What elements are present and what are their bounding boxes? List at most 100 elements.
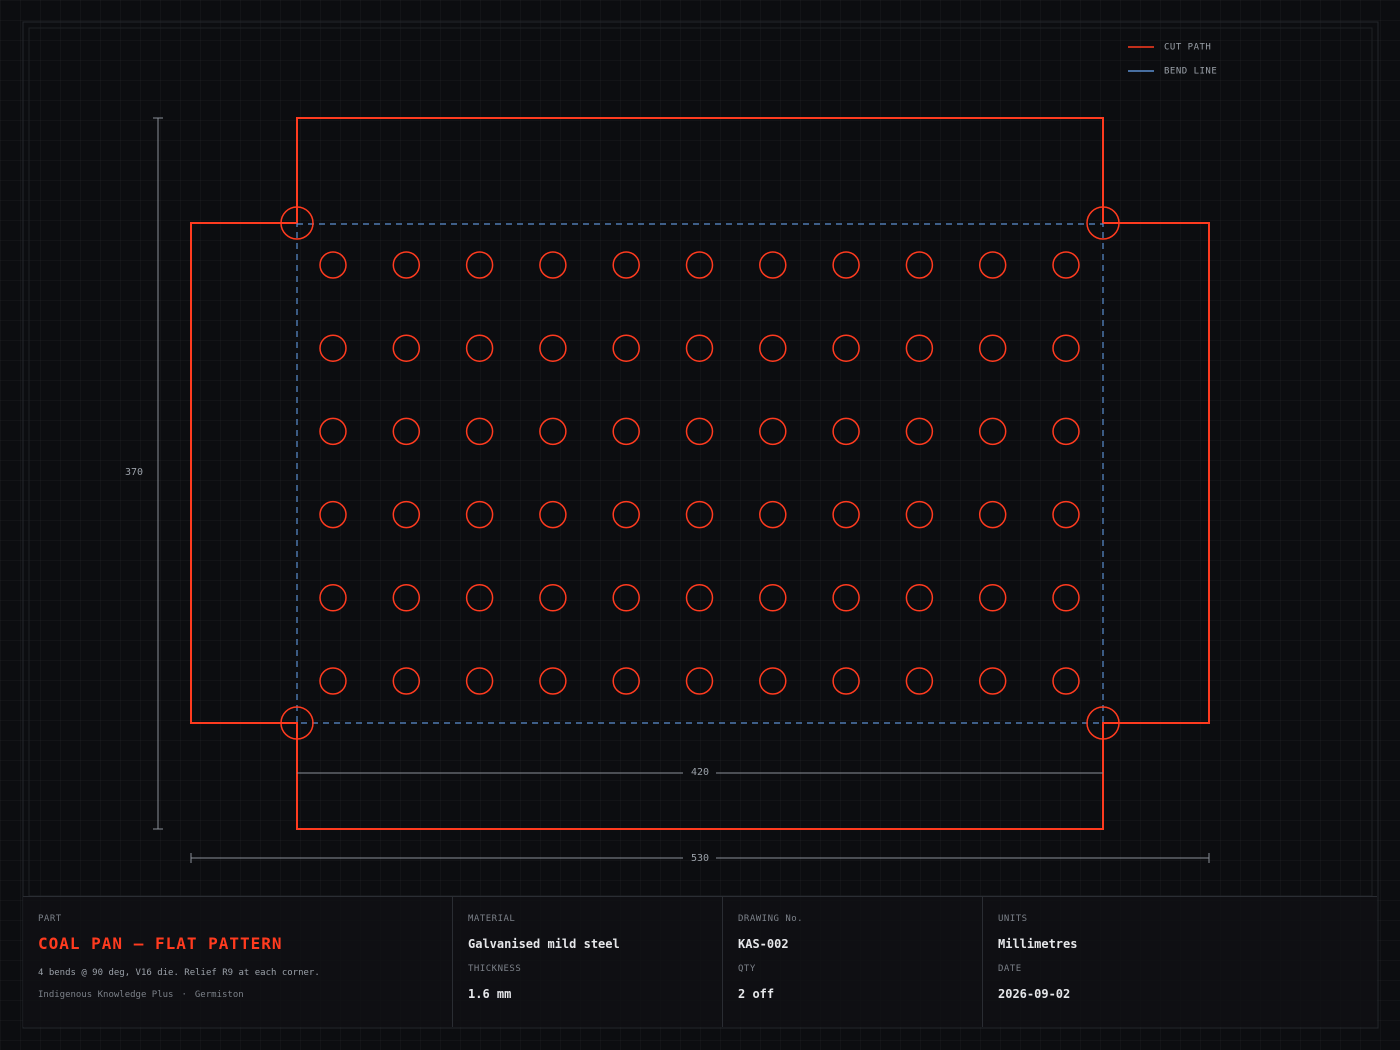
hole	[978, 334, 1007, 362]
hole	[392, 334, 421, 362]
hole	[759, 251, 787, 279]
hole	[905, 251, 934, 279]
hole	[685, 334, 714, 362]
hole	[685, 251, 714, 279]
title-block-drawing: DRAWING No. KAS-002 QTY 2 off	[723, 897, 983, 1027]
org-name: Indigenous Knowledge Plus	[38, 990, 174, 1000]
hole	[612, 584, 640, 612]
hole	[612, 334, 640, 362]
hole	[759, 584, 787, 612]
hole	[465, 584, 494, 612]
date-value: 2026-09-02	[998, 987, 1071, 1001]
hole	[612, 417, 640, 446]
hole	[905, 417, 934, 446]
hole	[319, 334, 347, 362]
dimension-overall-width: 530	[190, 853, 1210, 864]
qty-value: 2 off	[738, 987, 775, 1001]
hole	[539, 667, 567, 695]
hole	[539, 417, 567, 446]
dim-height-label: 370	[125, 467, 143, 478]
material-value: Galvanised mild steel	[468, 937, 620, 951]
part-label: PART	[38, 914, 62, 924]
hole	[978, 500, 1007, 529]
inner-border	[28, 27, 1373, 897]
hole	[392, 417, 421, 446]
dimension-base-width: 420	[297, 767, 1103, 778]
hole	[539, 251, 567, 279]
hole	[905, 667, 934, 695]
hole	[978, 584, 1007, 612]
title-block: PART COAL PAN — FLAT PATTERN 4 bends @ 9…	[23, 896, 1377, 1027]
hole	[392, 667, 421, 695]
hole	[832, 251, 860, 279]
hole	[978, 251, 1007, 279]
date-label: DATE	[998, 964, 1022, 974]
hole	[1052, 667, 1080, 695]
hole	[392, 584, 421, 612]
part-notes: 4 bends @ 90 deg, V16 die. Relief R9 at …	[38, 968, 320, 978]
legend-cut-label: CUT PATH	[1164, 43, 1211, 53]
part-name: COAL PAN — FLAT PATTERN	[38, 934, 283, 953]
title-block-material: MATERIAL Galvanised mild steel THICKNESS…	[453, 897, 723, 1027]
hole	[759, 667, 787, 695]
part-org-line: Indigenous Knowledge Plus · Germiston	[38, 989, 437, 1001]
hole	[832, 667, 860, 695]
cut-path-outline	[190, 117, 1210, 830]
thickness-label: THICKNESS	[468, 964, 522, 974]
hole	[685, 667, 714, 695]
hole	[685, 500, 714, 529]
material-label: MATERIAL	[468, 914, 516, 924]
hole	[465, 417, 494, 446]
hole	[1052, 251, 1080, 279]
hole	[685, 584, 714, 612]
qty-label: QTY	[738, 964, 756, 974]
hole	[978, 667, 1007, 695]
hole	[465, 500, 494, 529]
thickness-value: 1.6 mm	[468, 987, 512, 1001]
hole	[832, 500, 860, 529]
hole	[319, 667, 347, 695]
hole	[832, 334, 860, 362]
drawing-no-value: KAS-002	[738, 937, 789, 951]
title-block-part: PART COAL PAN — FLAT PATTERN 4 bends @ 9…	[23, 897, 453, 1027]
legend-bend-label: BEND LINE	[1164, 67, 1217, 77]
hole	[905, 500, 934, 529]
flat-pattern-drawing: CUT PATH BEND LINE 370 420 530	[22, 21, 1379, 1029]
units-value: Millimetres	[998, 937, 1078, 951]
hole	[319, 500, 347, 529]
hole	[319, 251, 347, 279]
hole	[978, 417, 1007, 446]
hole	[1052, 417, 1080, 446]
hole	[685, 417, 714, 446]
hole	[1052, 500, 1080, 529]
hole	[759, 334, 787, 362]
hole	[1052, 584, 1080, 612]
dimension-overall-height: 370	[125, 117, 163, 830]
hole	[539, 500, 567, 529]
hole	[465, 251, 494, 279]
hole	[539, 334, 567, 362]
org-location: Germiston	[194, 990, 244, 1000]
hole	[905, 334, 934, 362]
hole	[905, 584, 934, 612]
dim-base-label: 420	[691, 767, 709, 778]
hole	[759, 417, 787, 446]
hole	[392, 251, 421, 279]
legend: CUT PATH BEND LINE	[1128, 43, 1217, 77]
hole	[612, 667, 640, 695]
hole	[465, 667, 494, 695]
hole	[832, 417, 860, 446]
hole	[759, 500, 787, 529]
outer-border	[22, 21, 1379, 1029]
hole	[465, 334, 494, 362]
corner-reliefs	[280, 206, 1120, 740]
hole	[612, 500, 640, 529]
hole	[1052, 334, 1080, 362]
hole	[319, 417, 347, 446]
hole	[392, 500, 421, 529]
dim-width-label: 530	[691, 853, 709, 864]
hole	[612, 251, 640, 279]
hole	[832, 584, 860, 612]
title-block-units: UNITS Millimetres DATE 2026-09-02	[983, 897, 1377, 1027]
hole	[319, 584, 347, 612]
